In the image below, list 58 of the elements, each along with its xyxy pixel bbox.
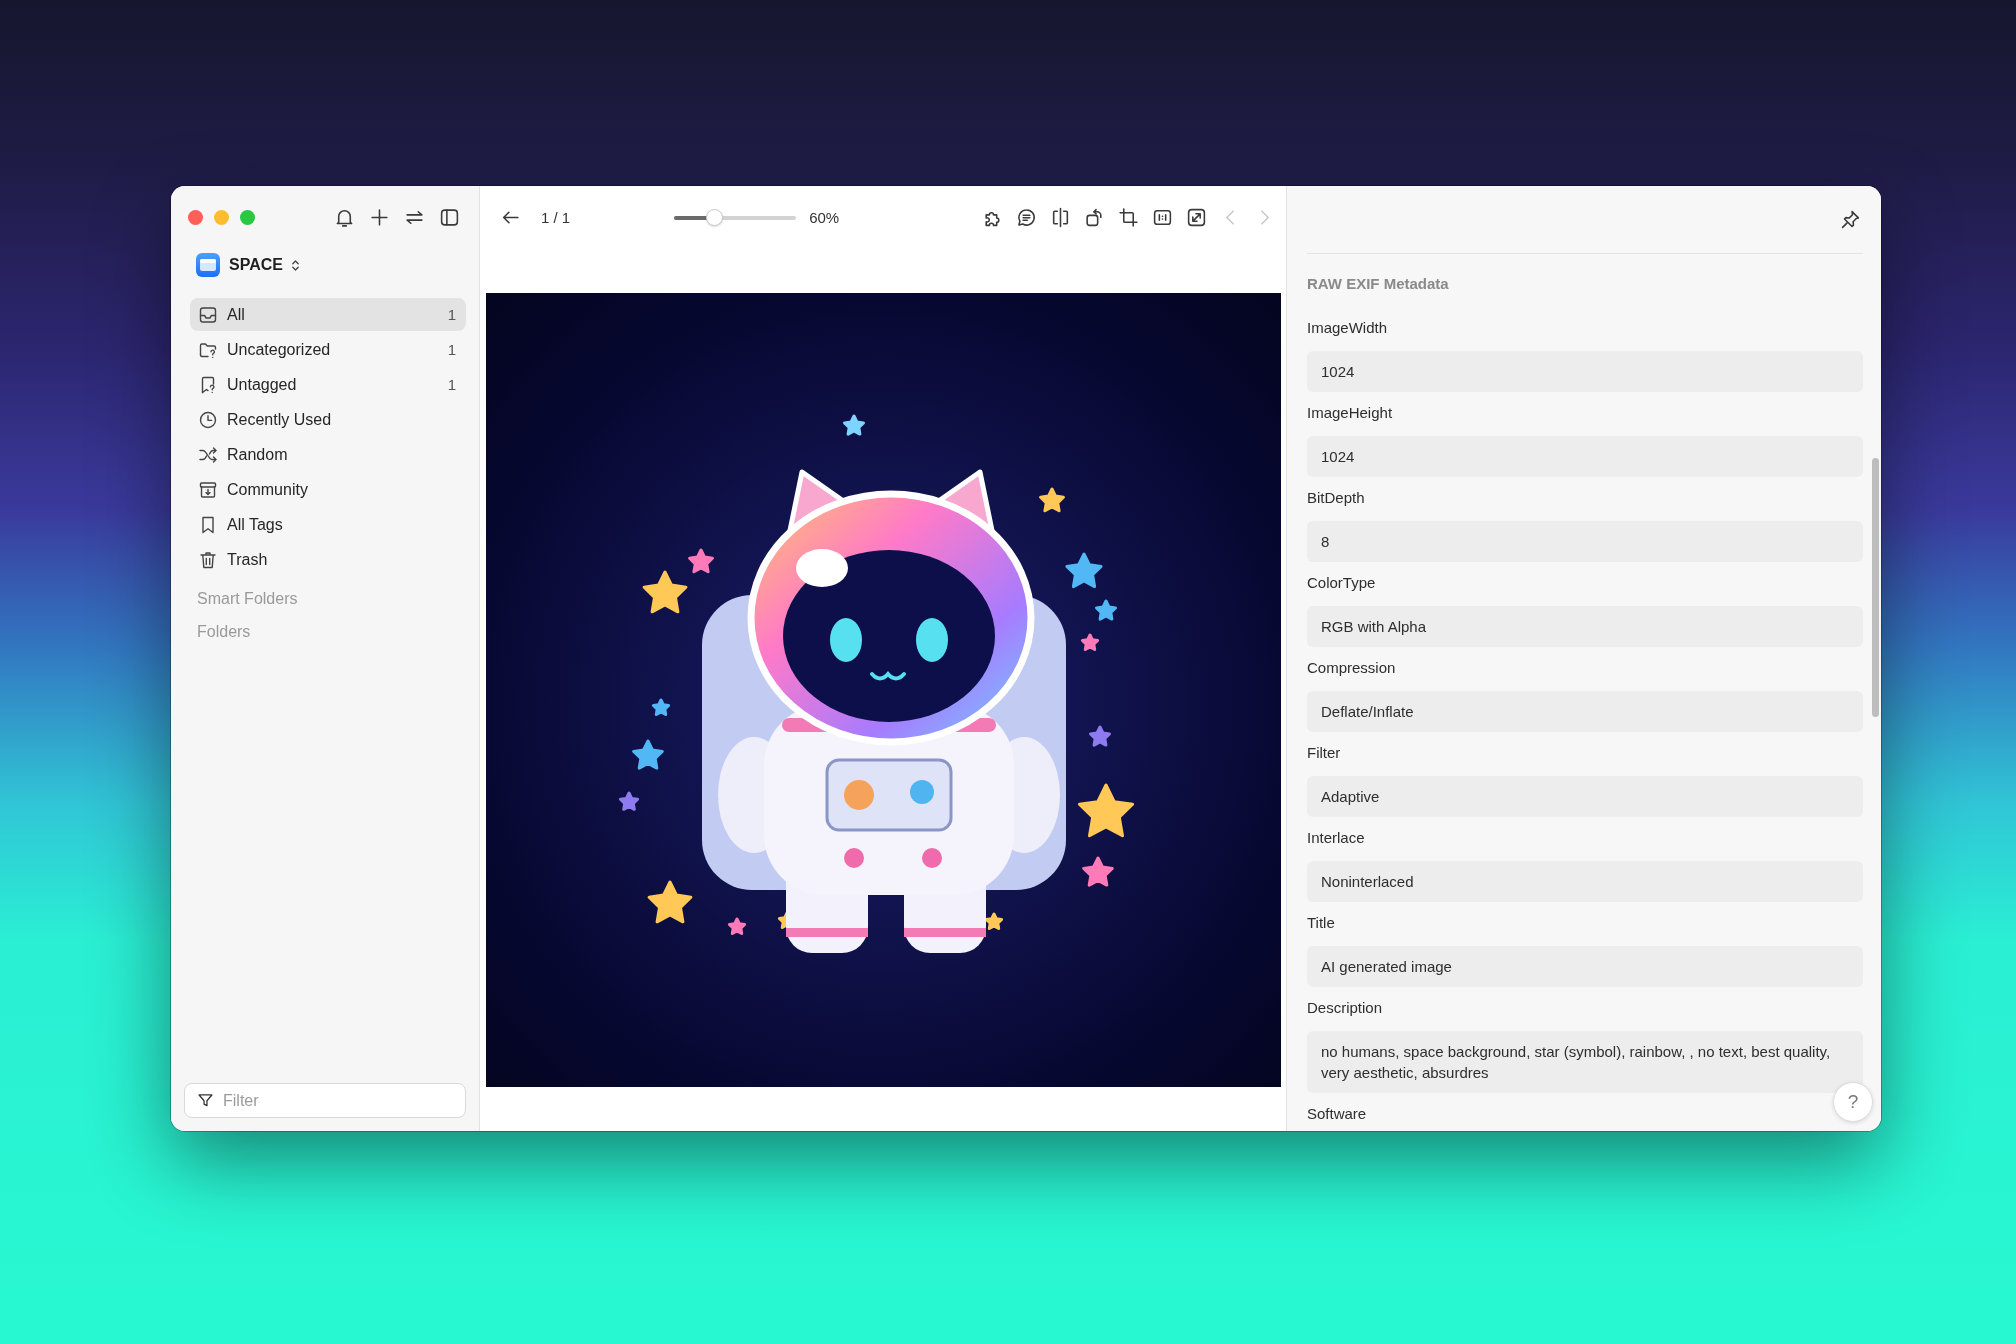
sidebar-item[interactable]: Trash [190,543,466,576]
value-field[interactable]: 8 [1307,521,1863,562]
sidebar-item[interactable]: Recently Used [190,403,466,436]
slider-thumb[interactable] [705,208,723,226]
item-count: 1 [447,341,456,358]
sidebar-item[interactable]: Uncategorized 1 [190,333,466,366]
value-field[interactable]: AI generated image [1307,946,1863,987]
expand-icon[interactable] [1186,206,1207,228]
value-field[interactable]: RGB with Alpha [1307,606,1863,647]
zoom-slider[interactable] [674,208,797,226]
sidebar-icon[interactable] [439,206,460,228]
value-field[interactable]: 1024 [1307,351,1863,392]
scrollbar-thumb[interactable] [1872,458,1879,717]
item-count: 1 [447,306,456,323]
field-label: Compression [1307,658,1397,678]
field-label: ColorType [1307,573,1377,593]
value-field[interactable]: Adaptive [1307,776,1863,817]
section-heading: Folders [196,622,252,642]
chevron-updown-icon [290,257,300,273]
close-icon[interactable] [188,209,203,225]
field-label: ImageHeight [1307,403,1394,423]
pin-icon[interactable] [1840,209,1861,230]
sidebar-item[interactable]: All 1 [190,298,466,331]
field-label: Interlace [1307,828,1366,848]
value-field[interactable]: Noninterlaced [1307,861,1863,902]
field-label: Description [1307,998,1384,1018]
page-counter: 1 / 1 [541,208,571,226]
item-count: 1 [447,376,456,393]
shuffle-icon [198,444,218,465]
field-label: ImageWidth [1307,318,1389,338]
filter-icon [197,1092,214,1109]
zoom-percentage: 60% [809,208,840,226]
section-heading: Smart Folders [196,589,299,609]
library-switcher[interactable]: SPACE [190,248,300,282]
plus-icon[interactable] [369,206,390,228]
value-field[interactable]: no humans, space background, star (symbol), rainbow, , no text, best quality, very aesthetic, absurdres [1307,1031,1863,1093]
section-title: RAW EXIF Metadata [1307,274,1450,294]
filter-field[interactable]: Filter [184,1083,466,1118]
crop-icon[interactable] [1118,206,1139,228]
window-tile-icon [196,253,220,277]
trash-icon [198,549,218,570]
help-button[interactable]: ? [1833,1082,1873,1122]
field-label: Filter [1307,743,1342,763]
archive-icon [198,479,218,500]
speech-bubble-icon[interactable] [1016,206,1037,228]
value-field[interactable]: 1024 [1307,436,1863,477]
field-label: Title [1307,913,1336,933]
split-view-icon[interactable] [1050,206,1071,228]
field-label: BitDepth [1307,488,1366,508]
rotate-icon[interactable] [1084,206,1105,228]
sidebar-item[interactable]: All Tags [190,508,466,541]
sidebar-item[interactable]: Community [190,473,466,506]
field-label: Software [1307,1104,1368,1124]
inbox-icon [198,304,218,325]
sidebar-item[interactable]: Random [190,438,466,471]
value-field[interactable]: Deflate/Inflate [1307,691,1863,732]
sidebar-item[interactable]: Untagged 1 [190,368,466,401]
clock-icon [198,409,218,430]
